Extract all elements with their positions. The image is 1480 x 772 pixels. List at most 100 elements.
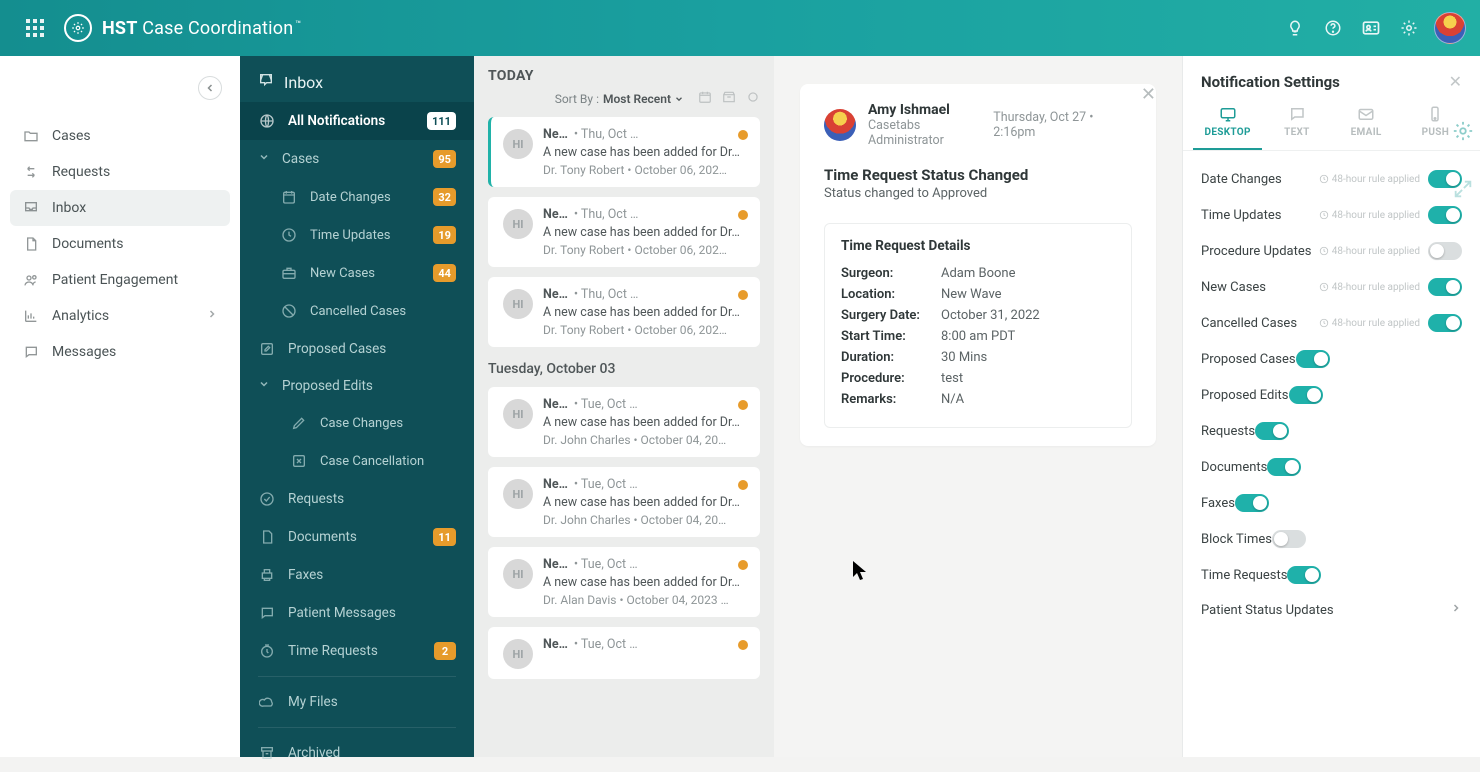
inbox-cat-case-cancellation[interactable]: Case Cancellation <box>240 442 474 480</box>
inbox-cat-my-files[interactable]: My Files <box>240 683 474 721</box>
toggle[interactable] <box>1287 566 1321 584</box>
inbox-cat-case-changes[interactable]: Case Changes <box>240 404 474 442</box>
card-subject: A new case has been added for Dr… <box>543 495 748 510</box>
toggle[interactable] <box>1296 350 1330 368</box>
rule-note: 48-hour rule applied <box>1319 174 1420 185</box>
card-meta: Dr. John Charles • October 04, 20… <box>543 513 748 527</box>
card-avatar: HI <box>503 479 533 509</box>
expand-icon[interactable] <box>1452 178 1474 200</box>
inbox-cat-date-changes[interactable]: Date Changes32 <box>240 178 474 216</box>
notification-card[interactable]: HI Ne… • Tue, Oct … <box>488 627 760 679</box>
inbox-cat-time-updates[interactable]: Time Updates19 <box>240 216 474 254</box>
toggle[interactable] <box>1428 278 1462 296</box>
chevron-right-icon[interactable] <box>1450 602 1462 618</box>
settings-row-time-updates: Time Updates48-hour rule applied <box>1201 197 1462 233</box>
inbox-cat-new-cases[interactable]: New Cases44 <box>240 254 474 292</box>
sort-selector[interactable]: Most Recent <box>603 92 684 106</box>
chevron-down-icon <box>258 151 272 167</box>
close-settings-button[interactable]: ✕ <box>1449 72 1462 91</box>
settings-row-date-changes: Date Changes48-hour rule applied <box>1201 161 1462 197</box>
notification-detail: ✕ Amy Ishmael Casetabs Administrator Thu… <box>774 56 1182 757</box>
inbox-categories: Inbox All Notifications111Cases95Date Ch… <box>240 56 474 757</box>
settings-tab-text[interactable]: TEXT <box>1262 99 1331 150</box>
archive-icon[interactable] <box>722 90 736 107</box>
unread-dot-icon <box>738 400 748 410</box>
notification-card[interactable]: HI Ne… • Thu, Oct … A new case has been … <box>488 117 760 187</box>
toggle[interactable] <box>1428 314 1462 332</box>
nav-item-cases[interactable]: Cases <box>10 118 230 154</box>
nav-item-messages[interactable]: Messages <box>10 334 230 370</box>
inbox-cat-cases[interactable]: Cases95 <box>240 140 474 178</box>
lightbulb-icon[interactable] <box>1278 11 1312 45</box>
toggle[interactable] <box>1289 386 1323 404</box>
toggle[interactable] <box>1235 494 1269 512</box>
detail-subtitle: Status changed to Approved <box>824 186 1132 201</box>
cursor-icon <box>852 560 868 582</box>
card-avatar: HI <box>503 559 533 589</box>
settings-tab-desktop[interactable]: DESKTOP <box>1193 99 1262 150</box>
id-card-icon[interactable] <box>1354 11 1388 45</box>
nav-item-analytics[interactable]: Analytics <box>10 298 230 334</box>
notification-card[interactable]: HI Ne… • Tue, Oct … A new case has been … <box>488 547 760 617</box>
unread-dot-icon <box>738 480 748 490</box>
unread-dot-icon <box>738 210 748 220</box>
help-icon[interactable] <box>1316 11 1350 45</box>
collapse-nav-button[interactable] <box>198 76 222 100</box>
close-detail-button[interactable]: ✕ <box>1141 84 1156 105</box>
settings-gear-icon[interactable] <box>1452 120 1474 142</box>
badge: 111 <box>427 112 456 130</box>
briefcase-icon <box>280 264 298 282</box>
rule-note: 48-hour rule applied <box>1319 318 1420 329</box>
settings-row-faxes: Faxes <box>1201 485 1462 521</box>
apps-grid-icon[interactable] <box>18 11 52 45</box>
inbox-cat-requests[interactable]: Requests <box>240 480 474 518</box>
inbox-cat-archived[interactable]: Archived <box>240 734 474 772</box>
avatar[interactable] <box>1434 12 1466 44</box>
inbox-cat-all-notifications[interactable]: All Notifications111 <box>240 102 474 140</box>
toggle[interactable] <box>1272 530 1306 548</box>
gear-icon[interactable] <box>1392 11 1426 45</box>
toggle[interactable] <box>1428 242 1462 260</box>
inbox-cat-patient-messages[interactable]: Patient Messages <box>240 594 474 632</box>
inbox-title: Inbox <box>284 73 323 92</box>
badge: 2 <box>434 642 456 660</box>
unread-dot-icon <box>738 640 748 650</box>
rule-note: 48-hour rule applied <box>1319 246 1420 257</box>
toggle[interactable] <box>1255 422 1289 440</box>
notification-card[interactable]: HI Ne… • Tue, Oct … A new case has been … <box>488 387 760 457</box>
notification-card[interactable]: HI Ne… • Thu, Oct … A new case has been … <box>488 197 760 267</box>
inbox-cat-proposed-cases[interactable]: Proposed Cases <box>240 330 474 368</box>
settings-tab-email[interactable]: EMAIL <box>1332 99 1401 150</box>
inbox-cat-time-requests[interactable]: Time Requests2 <box>240 632 474 670</box>
inbox-cat-proposed-edits[interactable]: Proposed Edits <box>240 368 474 404</box>
settings-row-patient-status-updates: Patient Status Updates <box>1201 593 1462 627</box>
detail-person-role: Casetabs Administrator <box>868 118 993 148</box>
nav-item-requests[interactable]: Requests <box>10 154 230 190</box>
inbox-cat-cancelled-cases[interactable]: Cancelled Cases <box>240 292 474 330</box>
toggle[interactable] <box>1267 458 1301 476</box>
circle-icon[interactable] <box>746 90 760 107</box>
top-bar: HST Case Coordination™ <box>0 0 1480 56</box>
card-time: • Tue, Oct … <box>574 477 638 492</box>
badge: 11 <box>433 528 456 546</box>
calendar-icon[interactable] <box>698 90 712 107</box>
nav-item-inbox[interactable]: Inbox <box>10 190 230 226</box>
feed-today-heading: TODAY <box>488 68 760 84</box>
cloud-icon <box>258 693 276 711</box>
notification-settings-panel: Notification Settings ✕ DESKTOPTEXTEMAIL… <box>1182 56 1480 757</box>
card-meta: Dr. John Charles • October 04, 20… <box>543 433 748 447</box>
brand-icon <box>64 14 92 42</box>
toggle[interactable] <box>1428 206 1462 224</box>
chevron-down-icon <box>258 378 272 394</box>
inbox-cat-faxes[interactable]: Faxes <box>240 556 474 594</box>
divider <box>258 727 456 728</box>
notification-card[interactable]: HI Ne… • Tue, Oct … A new case has been … <box>488 467 760 537</box>
inbox-cat-documents[interactable]: Documents11 <box>240 518 474 556</box>
doc-icon <box>22 235 40 253</box>
nav-item-patient-engagement[interactable]: Patient Engagement <box>10 262 230 298</box>
sort-by-label: Sort By : <box>555 92 599 106</box>
notification-card[interactable]: HI Ne… • Thu, Oct … A new case has been … <box>488 277 760 347</box>
nav-item-documents[interactable]: Documents <box>10 226 230 262</box>
time-icon <box>258 642 276 660</box>
arrows-icon <box>22 163 40 181</box>
